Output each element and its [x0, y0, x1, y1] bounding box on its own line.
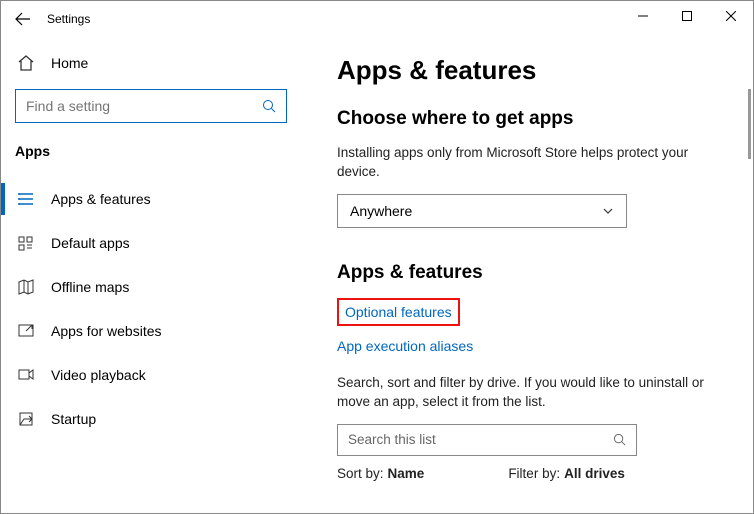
startup-icon — [17, 410, 35, 428]
app-source-value: Anywhere — [350, 203, 412, 219]
search-icon — [613, 433, 626, 446]
apps-for-websites-icon — [17, 322, 35, 340]
nav-label: Offline maps — [51, 279, 129, 295]
nav-label: Startup — [51, 411, 96, 427]
back-button[interactable] — [9, 5, 37, 33]
page-title: Apps & features — [337, 55, 711, 86]
nav-item-apps-features[interactable]: Apps & features — [15, 177, 287, 221]
default-apps-icon — [17, 234, 35, 252]
search-input[interactable] — [26, 98, 262, 114]
sort-value[interactable]: Name — [388, 466, 425, 481]
app-source-select[interactable]: Anywhere — [337, 194, 627, 228]
filter-description: Search, sort and filter by drive. If you… — [337, 374, 711, 412]
app-execution-aliases-link[interactable]: App execution aliases — [337, 336, 473, 356]
window-controls — [621, 1, 753, 31]
video-playback-icon — [17, 366, 35, 384]
home-button[interactable]: Home — [15, 45, 287, 81]
nav-item-apps-for-websites[interactable]: Apps for websites — [15, 309, 287, 353]
section-label: Apps — [15, 143, 287, 159]
home-icon — [17, 54, 35, 72]
nav-label: Apps & features — [51, 191, 151, 207]
window-title: Settings — [47, 12, 90, 26]
filter-value[interactable]: All drives — [564, 466, 625, 481]
maximize-button[interactable] — [665, 1, 709, 31]
nav-label: Video playback — [51, 367, 146, 383]
nav-item-video-playback[interactable]: Video playback — [15, 353, 287, 397]
nav-item-startup[interactable]: Startup — [15, 397, 287, 441]
offline-maps-icon — [17, 278, 35, 296]
nav-label: Apps for websites — [51, 323, 162, 339]
filter-label: Filter by: — [508, 466, 560, 481]
chevron-down-icon — [602, 205, 614, 217]
content-pane: Apps & features Choose where to get apps… — [301, 37, 753, 513]
choose-description: Installing apps only from Microsoft Stor… — [337, 144, 711, 182]
nav-list: Apps & features Default apps Offline map… — [15, 177, 287, 441]
apps-features-subheading: Apps & features — [337, 262, 711, 284]
sort-label: Sort by: — [337, 466, 384, 481]
search-apps-input[interactable]: Search this list — [337, 424, 637, 456]
sort-filter-row: Sort by: Name Filter by: All drives — [337, 466, 711, 481]
arrow-left-icon — [15, 11, 31, 27]
nav-item-default-apps[interactable]: Default apps — [15, 221, 287, 265]
close-button[interactable] — [709, 1, 753, 31]
nav-item-offline-maps[interactable]: Offline maps — [15, 265, 287, 309]
home-label: Home — [51, 55, 88, 71]
nav-label: Default apps — [51, 235, 130, 251]
sidebar: Home Apps Apps & features Default apps — [1, 37, 301, 513]
search-apps-placeholder: Search this list — [348, 432, 436, 447]
minimize-button[interactable] — [621, 1, 665, 31]
search-icon — [262, 99, 276, 113]
choose-heading: Choose where to get apps — [337, 108, 711, 130]
search-input-container[interactable] — [15, 89, 287, 123]
apps-features-icon — [17, 190, 35, 208]
optional-features-link[interactable]: Optional features — [337, 298, 460, 326]
scrollbar[interactable] — [748, 89, 751, 159]
